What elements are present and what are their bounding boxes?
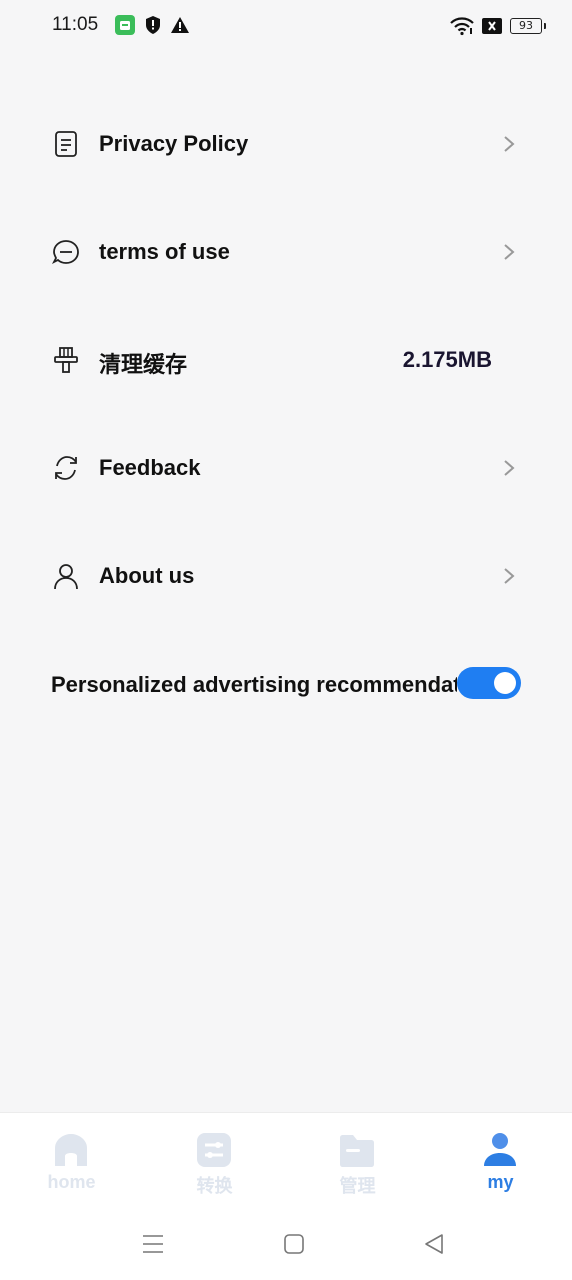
chat-bubble-icon (52, 240, 79, 265)
settings-row-about-us[interactable]: About us (0, 522, 572, 630)
personalized-ad-toggle[interactable] (457, 667, 521, 699)
settings-row-feedback[interactable]: Feedback (0, 414, 572, 522)
tab-home-label: home (47, 1172, 96, 1192)
user-icon (484, 1133, 516, 1166)
app-notification-icon (115, 15, 135, 35)
settings-row-privacy-policy[interactable]: Privacy Policy (0, 90, 572, 198)
privacy-policy-label: Privacy Policy (99, 131, 249, 156)
settings-row-terms-of-use[interactable]: terms of use (0, 198, 572, 306)
convert-icon (197, 1133, 231, 1167)
status-time: 11:05 (52, 14, 99, 35)
about-us-label: About us (99, 563, 195, 588)
bottom-nav: home 转换 管理 my (0, 1112, 572, 1205)
tab-convert[interactable]: 转换 (143, 1113, 286, 1205)
back-triangle-icon[interactable] (422, 1232, 446, 1256)
tab-home[interactable]: home (0, 1113, 143, 1205)
personalized-ad-row: Personalized advertising recommendation (0, 650, 572, 720)
refresh-icon (55, 456, 77, 480)
terms-of-use-label: terms of use (99, 239, 230, 264)
status-bar: 11:05 93 (0, 0, 572, 52)
system-nav-bar (0, 1204, 572, 1280)
chevron-right-icon (504, 244, 515, 260)
settings-row-clear-cache[interactable]: 清理缓存 2.175MB (0, 306, 572, 414)
home-square-icon[interactable] (282, 1232, 306, 1256)
clear-cache-label: 清理缓存 (99, 352, 188, 377)
home-icon (55, 1134, 87, 1166)
close-box-icon (482, 18, 502, 34)
chevron-right-icon (504, 136, 515, 152)
brush-icon (54, 347, 78, 373)
tab-convert-label: 转换 (196, 1176, 233, 1196)
tab-manage[interactable]: 管理 (286, 1113, 429, 1205)
chevron-right-icon (504, 460, 515, 476)
document-icon (55, 131, 77, 157)
folder-icon (340, 1135, 374, 1167)
warning-icon (171, 17, 189, 33)
shield-icon (146, 16, 160, 34)
tab-my[interactable]: my (429, 1113, 572, 1205)
menu-icon[interactable] (141, 1232, 165, 1256)
feedback-label: Feedback (99, 455, 201, 480)
battery-icon: 93 (510, 18, 546, 34)
chevron-right-icon (504, 568, 515, 584)
tab-my-label: my (487, 1172, 514, 1192)
personalized-ad-label: Personalized advertising recommendation (51, 672, 457, 697)
tab-manage-label: 管理 (339, 1176, 376, 1196)
person-icon (54, 564, 78, 590)
wifi-icon (450, 17, 474, 36)
toggle-knob (494, 672, 516, 694)
cache-size-value: 2.175MB (402, 347, 492, 372)
